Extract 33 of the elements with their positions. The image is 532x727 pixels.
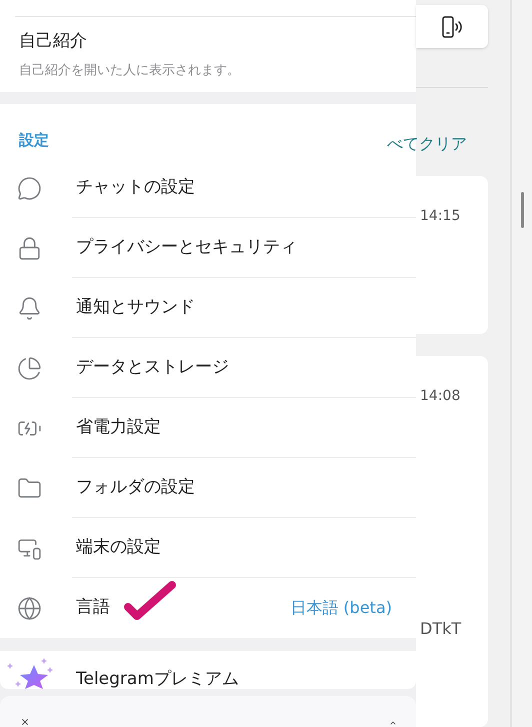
phone-signal-icon xyxy=(440,14,464,38)
item-label: プライバシーとセキュリティ xyxy=(75,236,297,259)
item-label: 言語 xyxy=(75,596,110,620)
bell-icon xyxy=(16,296,42,320)
settings-item[interactable]: 言語 日本語 (beta) xyxy=(0,578,416,638)
chat-card[interactable]: 14:08 DTkT xyxy=(416,356,488,727)
bio-hint: 自己紹介を開いた人に表示されます。 xyxy=(19,62,241,80)
item-label: 端末の設定 xyxy=(75,536,161,559)
item-label: チャットの設定 xyxy=(75,176,195,199)
section-heading: 設定 xyxy=(19,131,49,149)
premium-label: Telegramプレミアム xyxy=(76,669,239,689)
item-value: 日本語 (beta) xyxy=(290,597,392,619)
chat-time: 14:08 xyxy=(420,387,462,406)
settings-item[interactable]: データとストレージ xyxy=(0,338,416,398)
item-label: データとストレージ xyxy=(75,356,229,379)
item-label: フォルダの設定 xyxy=(75,476,195,499)
checkmark-icon xyxy=(122,579,178,621)
folder-icon xyxy=(16,476,42,500)
settings-item[interactable]: チャットの設定 xyxy=(0,158,416,218)
chat-snippet: DTkT xyxy=(420,618,462,640)
item-label: 省電力設定 xyxy=(75,416,161,439)
premium-item[interactable]: Telegramプレミアム xyxy=(0,651,416,689)
globe-icon xyxy=(16,596,42,620)
clear-all-link[interactable]: べてクリア xyxy=(387,132,510,156)
pie-chart-icon xyxy=(16,356,42,380)
chat-bubble-icon xyxy=(16,176,42,200)
call-card[interactable] xyxy=(416,5,488,48)
item-label: 通知とサウンド xyxy=(75,296,195,319)
lock-icon xyxy=(16,236,42,260)
chat-card[interactable]: 14:15 xyxy=(416,176,488,334)
scrollbar-thumb[interactable] xyxy=(520,192,524,228)
bio-title: 自己紹介 xyxy=(19,30,88,53)
chat-time: 14:15 xyxy=(420,207,462,226)
